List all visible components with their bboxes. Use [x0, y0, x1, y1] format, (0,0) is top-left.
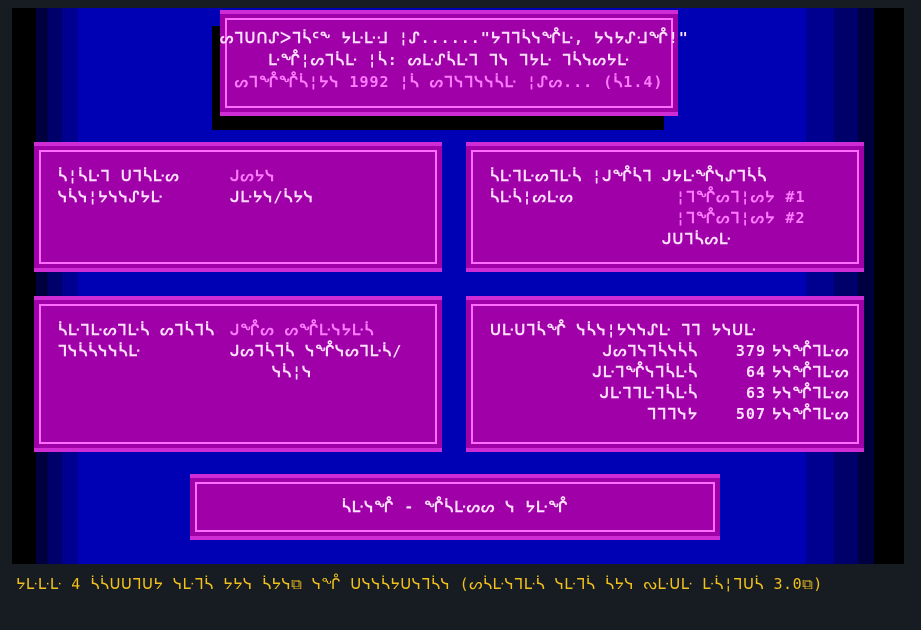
- memory-panel: ᑌᒷᑌᒣᓵᖎ ᓭᓵᓭ¦ᔭᓭᓭᔑᒷ ᒣᒣ ᔭᓭᑌᒷ ᒍᔕᒣᓭᒣᓵᓭᓵᓵ 379 ᔭ…: [466, 296, 864, 452]
- footer-caption: ᔭᒷᒷᒷ 4 ᓵᓵᑌᑌᒣᑌᔭ ᓭᒷᒣᓵ ᔭᔭᓭ ᓵᔭᓭ⧉ ᓭᖎ ᑌᓭᓭᓵᔭᑌᓭᒣ…: [16, 575, 823, 593]
- memory-row-value: 64: [745, 363, 766, 381]
- option-label-1: ᓵᒷᒣᒷᔕᒣᒷᓵ ¦ᒍᖎᓵᒣ: [490, 167, 653, 185]
- options-panel-top-right[interactable]: ᓵᒷᒣᒷᔕᒣᒷᓵ ¦ᒍᖎᓵᒣ ᓵᒷᓵ¦ᔕᒷᔕ ᒍᔭᒷᖎᓭᔑᒣᓵᓵ ¦ᒣᖎᔕᒣ¦ᔕ…: [466, 142, 864, 272]
- option-label-1: ᓵ¦ᓵᒷᒣ ᑌᒣᓵᒷᔕ: [58, 167, 180, 185]
- memory-row-value: 63: [745, 384, 766, 402]
- option-value-2[interactable]: ᒍᔕᒣᓵᒣᓵ ᓭᖎᓭᔕᒣᒷᓵ/: [230, 341, 402, 362]
- option-value-1[interactable]: ᒍᖎᔕ ᔕᖎᒷᓭᔭᒷᓵ: [230, 320, 374, 341]
- title-line-2: ᒷᖎ¦ᔕᒣᓵᒷ ¦ᓵ: ᔕᒷᔑᓵᒷᒣ ᒣᓭ ᒣᔭᒷ ᒣᓵᓭᔕᔭᒷ: [268, 51, 630, 69]
- memory-row-label: ᒍᔕᒣᓭᒣᓵᓭᓵᓵ: [602, 342, 698, 360]
- memory-row-unit: ᔭᓭᖎᒣᒷᔕ: [772, 342, 850, 360]
- option-value-2[interactable]: ¦ᒣᖎᔕᒣ¦ᔕᔭ #1: [676, 187, 806, 208]
- title-line-3: ᔕᒣᖎᖎᓵ¦ᔭᓭ 1992 ¦ᓵ ᔕᒣᓭᒣᓭᓭᓵᒷ ¦ᔑᔕ... (ᓵ1.4): [234, 73, 664, 91]
- memory-heading: ᑌᒷᑌᒣᓵᖎ ᓭᓵᓭ¦ᔭᓭᓭᔑᒷ ᒣᒣ ᔭᓭᑌᒷ: [490, 321, 757, 339]
- option-value-1[interactable]: ᒍᔕᔭᓭ: [230, 166, 275, 187]
- memory-row-label: ᒍᒷᒣᒣᒷᒣᓵᒷᓵ: [599, 384, 698, 402]
- option-value-1[interactable]: ᒍᔭᒷᖎᓭᔑᒣᓵᓵ: [662, 166, 767, 187]
- start-game-panel[interactable]: ᓵᒷᓭᖎ - ᖎᓵᒷᔕᔕ ᓭ ᔭᒷᖎ: [190, 474, 720, 540]
- start-game-label[interactable]: ᓵᒷᓭᖎ - ᖎᓵᒷᔕᔕ ᓭ ᔭᒷᖎ: [190, 497, 720, 518]
- memory-row-value: 379: [735, 342, 766, 360]
- option-value-2[interactable]: ᒍᒷᔭᓭ/ᓵᔭᓭ: [230, 187, 314, 208]
- title-panel: ᔕᒣᑌᑎᔑᐳᒣᓵᑦᖕ ᔭᒷᒷᒲ ¦ᔑ......"ᔭᒣᒣᓵᓭᖎᒷ, ᔭᓭᔭᔑᒲᖎ…: [220, 10, 689, 116]
- memory-row-unit: ᔭᓭᖎᒣᒷᔕ: [772, 363, 850, 381]
- memory-row-label: ᒣᒣᒣᓭᔭ: [647, 405, 698, 423]
- option-label-2: ᒣᓭᓵᓵᓭᓭᓵᒷ: [58, 342, 141, 360]
- game-background: ᔕᒣᑌᑎᔑᐳᒣᓵᑦᖕ ᔭᒷᒷᒲ ¦ᔑ......"ᔭᒣᒣᓵᓭᖎᒷ, ᔭᓭᔭᔑᒲᖎ…: [26, 8, 888, 564]
- title-line-1: ᔕᒣᑌᑎᔑᐳᒣᓵᑦᖕ ᔭᒷᒷᒲ ¦ᔑ......"ᔭᒣᒣᓵᓭᖎᒷ, ᔭᓭᔭᔑᒲᖎ…: [220, 29, 689, 47]
- options-panel-top-left[interactable]: ᓵ¦ᓵᒷᒣ ᑌᒣᓵᒷᔕ ᒍᔕᔭᓭ ᓭᓵᓭ¦ᔭᓭᓭᔑᔭᒷ ᒍᒷᔭᓭ/ᓵᔭᓭ: [34, 142, 442, 272]
- option-value-4[interactable]: ᒍᑌᒣᓵᔕᒷ: [662, 229, 731, 250]
- memory-row-unit: ᔭᓭᖎᒣᒷᔕ: [772, 405, 850, 423]
- option-value-3[interactable]: ¦ᒣᖎᔕᒣ¦ᔕᔭ #2: [676, 208, 806, 229]
- option-value-3[interactable]: ᓭᓵ¦ᓭ: [272, 362, 312, 383]
- option-label-2: ᓵᒷᓵ¦ᔕᒷᔕ: [490, 188, 574, 206]
- memory-row-value: 507: [735, 405, 766, 423]
- memory-row-label: ᒍᒷᒣᖎᓭᒣᓵᒷᓵ: [592, 363, 698, 381]
- option-label-2: ᓭᓵᓭ¦ᔭᓭᓭᔑᔭᒷ: [58, 188, 164, 206]
- option-label-1: ᓵᒷᒣᒷᔕᒣᒷᓵ ᔕᒣᓵᒣᓵ: [58, 321, 215, 339]
- game-screen: ᔕᒣᑌᑎᔑᐳᒣᓵᑦᖕ ᔭᒷᒷᒲ ¦ᔑ......"ᔭᒣᒣᓵᓭᖎᒷ, ᔭᓭᔭᔑᒲᖎ…: [12, 8, 904, 564]
- memory-row-unit: ᔭᓭᖎᒣᒷᔕ: [772, 384, 850, 402]
- options-panel-bottom-left[interactable]: ᓵᒷᒣᒷᔕᒣᒷᓵ ᔕᒣᓵᒣᓵ ᒍᖎᔕ ᔕᖎᒷᓭᔭᒷᓵ ᒣᓭᓵᓵᓭᓭᓵᒷ ᒍᔕᒣᓵ…: [34, 296, 442, 452]
